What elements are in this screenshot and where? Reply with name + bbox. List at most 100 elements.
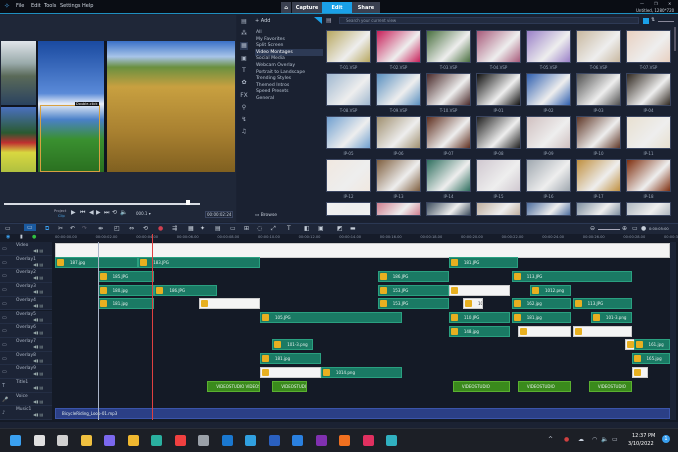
show-hidden-icons[interactable]: ^ — [548, 436, 553, 443]
folder-icon[interactable]: ▤ — [326, 17, 335, 25]
image-clip[interactable]: 110.JPG — [448, 312, 510, 323]
track-header[interactable]: ▭ Overlay8 ◀▮ ▤ — [0, 351, 52, 366]
image-clip[interactable]: 105.JPG — [260, 312, 403, 323]
taskbar-outlook-icon[interactable] — [221, 435, 233, 446]
image-clip[interactable]: 186.JPG — [154, 284, 218, 296]
split-screen-icon[interactable]: ⊞ — [244, 225, 249, 232]
template-thumbnail[interactable] — [576, 73, 621, 106]
fullscreen-icon[interactable]: ⤢ — [271, 225, 276, 233]
template-thumbnail[interactable] — [426, 159, 471, 192]
track-header[interactable]: T Title1 ◀▮ ▤ — [0, 379, 52, 393]
template-thumbnail[interactable] — [376, 116, 421, 149]
project-mode-toggle[interactable]: Project — [54, 209, 66, 213]
white-clip[interactable] — [572, 325, 632, 337]
category-item[interactable]: General — [255, 95, 323, 102]
template-thumbnail[interactable] — [626, 159, 671, 192]
track-mute-icon[interactable]: ◀▮ ▤ — [33, 248, 43, 253]
template-thumbnail[interactable] — [326, 116, 371, 149]
track-header[interactable]: ▭ Overlay1 ◀▮ ▤ — [0, 255, 52, 270]
preview-canvas[interactable]: Double-click — [1, 41, 235, 172]
previous-frame-button[interactable]: ◀ — [89, 209, 94, 216]
taskbar-word-icon[interactable] — [268, 435, 280, 446]
track-header[interactable]: ▭ Overlay2 ◀▮ ▤ — [0, 269, 52, 284]
redo-icon[interactable]: ↷ — [82, 225, 87, 232]
tab-share[interactable]: Share — [352, 2, 380, 13]
multicam-icon[interactable]: ▦ — [188, 225, 194, 232]
template-thumbnail[interactable] — [426, 30, 471, 63]
taskbar-videostudio-icon[interactable] — [386, 435, 397, 446]
track-mute-icon[interactable]: ◀▮ ▤ — [33, 399, 43, 404]
onedrive-icon[interactable]: ☁ — [578, 436, 584, 443]
image-clip[interactable]: 186.JPG — [377, 270, 449, 282]
image-clip[interactable]: 181.jpg — [97, 298, 155, 310]
storyboard-view-icon[interactable]: ▭ — [5, 225, 11, 232]
menu-settings[interactable]: Settings — [60, 3, 81, 9]
screen-icon[interactable]: ▭ — [230, 225, 236, 232]
repeat-button[interactable]: ⟲ — [112, 209, 117, 216]
template-thumbnail[interactable] — [476, 30, 521, 63]
mix-icon[interactable]: ⇶ — [172, 225, 177, 232]
template-thumbnail[interactable] — [526, 30, 571, 63]
taskbar-search-icon[interactable] — [33, 435, 45, 446]
title-clip[interactable]: VIDEOSTUDIO — [452, 380, 510, 392]
motion-track-icon[interactable]: ✦ — [200, 225, 205, 232]
white-clip[interactable]: 101-1.jpg — [463, 298, 484, 310]
image-clip[interactable]: 1012.png — [530, 284, 571, 296]
record-icon[interactable]: ● — [158, 225, 163, 232]
ripple-icon[interactable]: ● — [32, 234, 36, 240]
lock-icon[interactable]: ▮ — [20, 234, 23, 240]
image-clip[interactable]: 113.JPG — [572, 298, 632, 310]
track-header[interactable]: 🎤 Voice ◀▮ ▤ — [0, 392, 52, 407]
fit-icon[interactable]: ▭ — [632, 225, 638, 232]
fx-icon[interactable]: FX — [240, 92, 248, 100]
time-remap-icon[interactable]: ◌ — [257, 225, 262, 232]
template-thumbnail[interactable] — [376, 202, 421, 216]
scrub-bar[interactable] — [4, 203, 200, 205]
image-clip[interactable]: 101-3.png — [590, 312, 632, 323]
track-header[interactable]: ▭ Video ◀▮ ▤ — [0, 242, 52, 256]
template-thumbnail[interactable] — [626, 30, 671, 63]
taskbar-phone-icon[interactable] — [292, 435, 303, 446]
template-thumbnail[interactable] — [426, 202, 471, 216]
template-thumbnail[interactable] — [476, 159, 521, 192]
timeline-ruler[interactable]: ◉ ▮ ● 00:00:00.00 00:00:02.00 00:00:04.00 0… — [0, 234, 678, 242]
clock-time[interactable]: 12:37 PM — [632, 433, 655, 439]
eye-icon[interactable]: ◉ — [6, 234, 10, 240]
white-clip[interactable] — [199, 298, 261, 310]
music-clip[interactable]: BicycleRiding_Loop-01.mp3 — [55, 407, 671, 419]
graphics-icon[interactable]: ✿ — [240, 79, 248, 87]
list-view-icon[interactable] — [643, 18, 649, 24]
menu-tools[interactable]: Tools — [44, 3, 56, 9]
audio-icon[interactable]: ♫ — [240, 128, 248, 136]
filter-icon[interactable] — [314, 17, 322, 24]
template-thumbnail[interactable] — [526, 159, 571, 192]
menu-file[interactable]: File — [16, 3, 24, 9]
tab-edit[interactable]: Edit — [322, 2, 352, 13]
template-thumbnail[interactable] — [376, 159, 421, 192]
image-clip[interactable]: 187.jpg — [55, 257, 139, 269]
template-thumbnail[interactable] — [576, 159, 621, 192]
security-icon[interactable]: ● — [564, 436, 569, 443]
taskbar-settings-icon[interactable] — [198, 435, 209, 446]
template-thumbnail[interactable] — [626, 116, 671, 149]
track-header[interactable]: ▭ Overlay4 ◀▮ ▤ — [0, 296, 52, 311]
title-icon[interactable]: T — [240, 67, 248, 75]
quality-select[interactable]: 000.1 ▾ — [136, 211, 151, 216]
taskbar-onenote-icon[interactable] — [315, 435, 327, 446]
image-clip[interactable]: 181.jpg — [511, 312, 571, 323]
template-thumbnail[interactable] — [626, 202, 671, 216]
help-icon[interactable]: ● — [641, 225, 646, 232]
image-clip[interactable]: 183.JPG — [138, 257, 261, 269]
template-thumbnail[interactable] — [476, 202, 521, 216]
subtitle-icon[interactable]: ▤ — [215, 225, 221, 232]
track-header[interactable]: ♪ Music1 ◀▮ ▤ — [0, 406, 52, 421]
track-mute-icon[interactable]: ◀▮ ▤ — [33, 289, 43, 294]
end-button[interactable]: ⏭ — [104, 209, 109, 217]
taskbar-task-view-icon[interactable] — [57, 435, 68, 446]
mask-icon[interactable]: ◧ — [304, 225, 310, 232]
home-icon[interactable]: ⌂ — [281, 2, 291, 13]
title-clip[interactable]: VIDEOSTUDIO — [588, 380, 632, 392]
play-button[interactable]: ▶ — [71, 209, 76, 216]
track-mute-icon[interactable]: ◀▮ ▤ — [33, 385, 43, 390]
notification-badge[interactable]: 1 — [662, 435, 670, 443]
